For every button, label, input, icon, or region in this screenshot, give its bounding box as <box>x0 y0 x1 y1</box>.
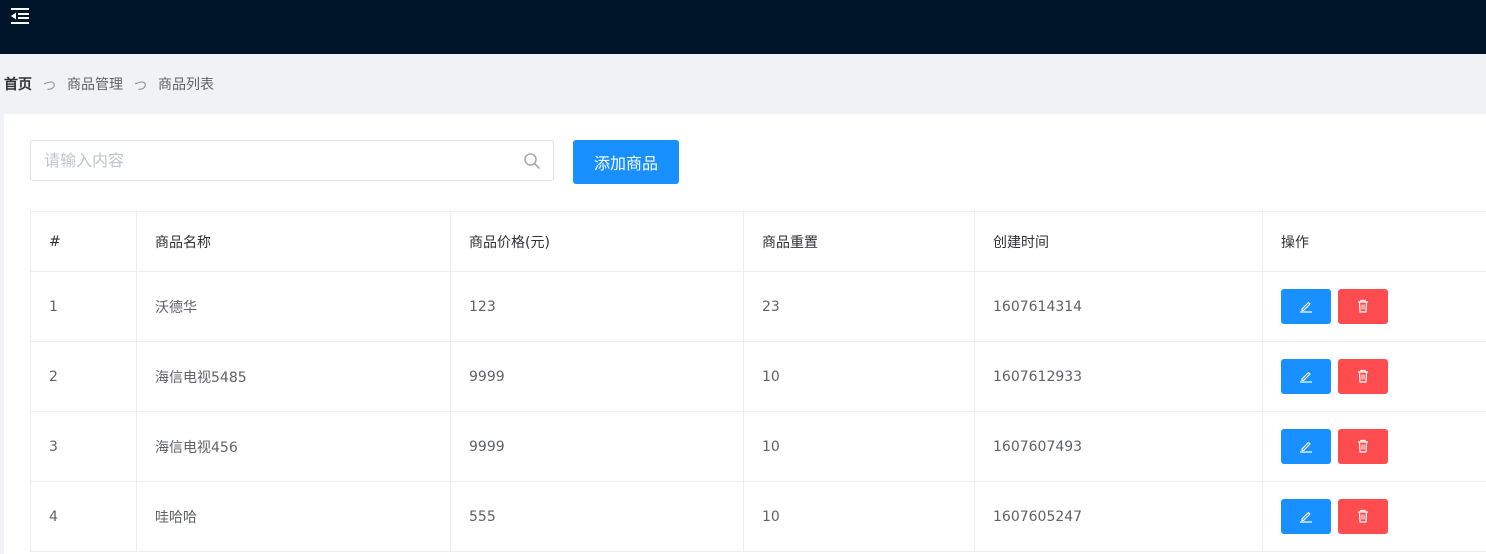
trash-icon <box>1358 299 1368 313</box>
delete-button[interactable] <box>1338 499 1388 534</box>
column-header-created: 创建时间 <box>974 211 1263 272</box>
cell-actions <box>1262 411 1486 482</box>
cell-price: 555 <box>450 481 744 552</box>
cell-weight: 23 <box>743 271 975 342</box>
cell-price: 9999 <box>450 411 744 482</box>
table-row: 3 海信电视456 9999 10 1607607493 <box>30 411 1486 482</box>
breadcrumb-home[interactable]: 首页 <box>4 74 32 94</box>
cell-actions <box>1262 481 1486 552</box>
breadcrumb-separator: つ <box>43 78 57 94</box>
cell-actions <box>1262 341 1486 412</box>
breadcrumb: 首页 つ 商品管理 つ 商品列表 <box>4 74 214 94</box>
add-goods-button[interactable]: 添加商品 <box>573 140 679 184</box>
cell-index: 4 <box>30 481 137 552</box>
cell-name: 海信电视5485 <box>136 341 451 412</box>
column-header-name: 商品名称 <box>136 211 451 272</box>
search-input[interactable] <box>31 141 511 180</box>
cell-created: 1607614314 <box>974 271 1263 342</box>
edit-icon <box>1300 511 1312 523</box>
cell-actions <box>1262 271 1486 342</box>
edit-button[interactable] <box>1281 429 1331 464</box>
edit-button[interactable] <box>1281 289 1331 324</box>
trash-icon <box>1358 439 1368 453</box>
cell-name: 哇哈哈 <box>136 481 451 552</box>
cell-index: 2 <box>30 341 137 412</box>
cell-weight: 10 <box>743 481 975 552</box>
table-row: 2 海信电视5485 9999 10 1607612933 <box>30 341 1486 412</box>
column-header-actions: 操作 <box>1262 211 1486 272</box>
search-icon[interactable] <box>523 152 541 170</box>
cell-price: 9999 <box>450 341 744 412</box>
goods-list-card: 添加商品 # 商品名称 商品价格(元) 商品重置 创建时间 操作 1 沃德华 <box>4 114 1486 554</box>
cell-created: 1607612933 <box>974 341 1263 412</box>
search-box <box>30 140 554 181</box>
trash-icon <box>1358 509 1368 523</box>
cell-created: 1607605247 <box>974 481 1263 552</box>
trash-icon <box>1358 369 1368 383</box>
column-header-weight: 商品重置 <box>743 211 975 272</box>
cell-created: 1607607493 <box>974 411 1263 482</box>
cell-index: 3 <box>30 411 137 482</box>
edit-button[interactable] <box>1281 359 1331 394</box>
breadcrumb-goods-management[interactable]: 商品管理 <box>67 74 123 94</box>
breadcrumb-separator: つ <box>134 78 148 94</box>
delete-button[interactable] <box>1338 289 1388 324</box>
edit-icon <box>1300 371 1312 383</box>
cell-name: 沃德华 <box>136 271 451 342</box>
column-header-price: 商品价格(元) <box>450 211 744 272</box>
column-header-index: # <box>30 211 137 272</box>
delete-button[interactable] <box>1338 359 1388 394</box>
delete-button[interactable] <box>1338 429 1388 464</box>
menu-fold-icon[interactable] <box>10 7 30 25</box>
breadcrumb-goods-list: 商品列表 <box>158 77 215 93</box>
goods-table: # 商品名称 商品价格(元) 商品重置 创建时间 操作 1 沃德华 123 23… <box>30 211 1486 552</box>
edit-icon <box>1300 441 1312 453</box>
edit-icon <box>1300 301 1312 313</box>
cell-name: 海信电视456 <box>136 411 451 482</box>
edit-button[interactable] <box>1281 499 1331 534</box>
cell-index: 1 <box>30 271 137 342</box>
table-header-row: # 商品名称 商品价格(元) 商品重置 创建时间 操作 <box>30 211 1486 272</box>
table-row: 1 沃德华 123 23 1607614314 <box>30 271 1486 342</box>
cell-weight: 10 <box>743 341 975 412</box>
cell-weight: 10 <box>743 411 975 482</box>
top-navbar <box>0 0 1486 54</box>
cell-price: 123 <box>450 271 744 342</box>
table-row: 4 哇哈哈 555 10 1607605247 <box>30 481 1486 552</box>
